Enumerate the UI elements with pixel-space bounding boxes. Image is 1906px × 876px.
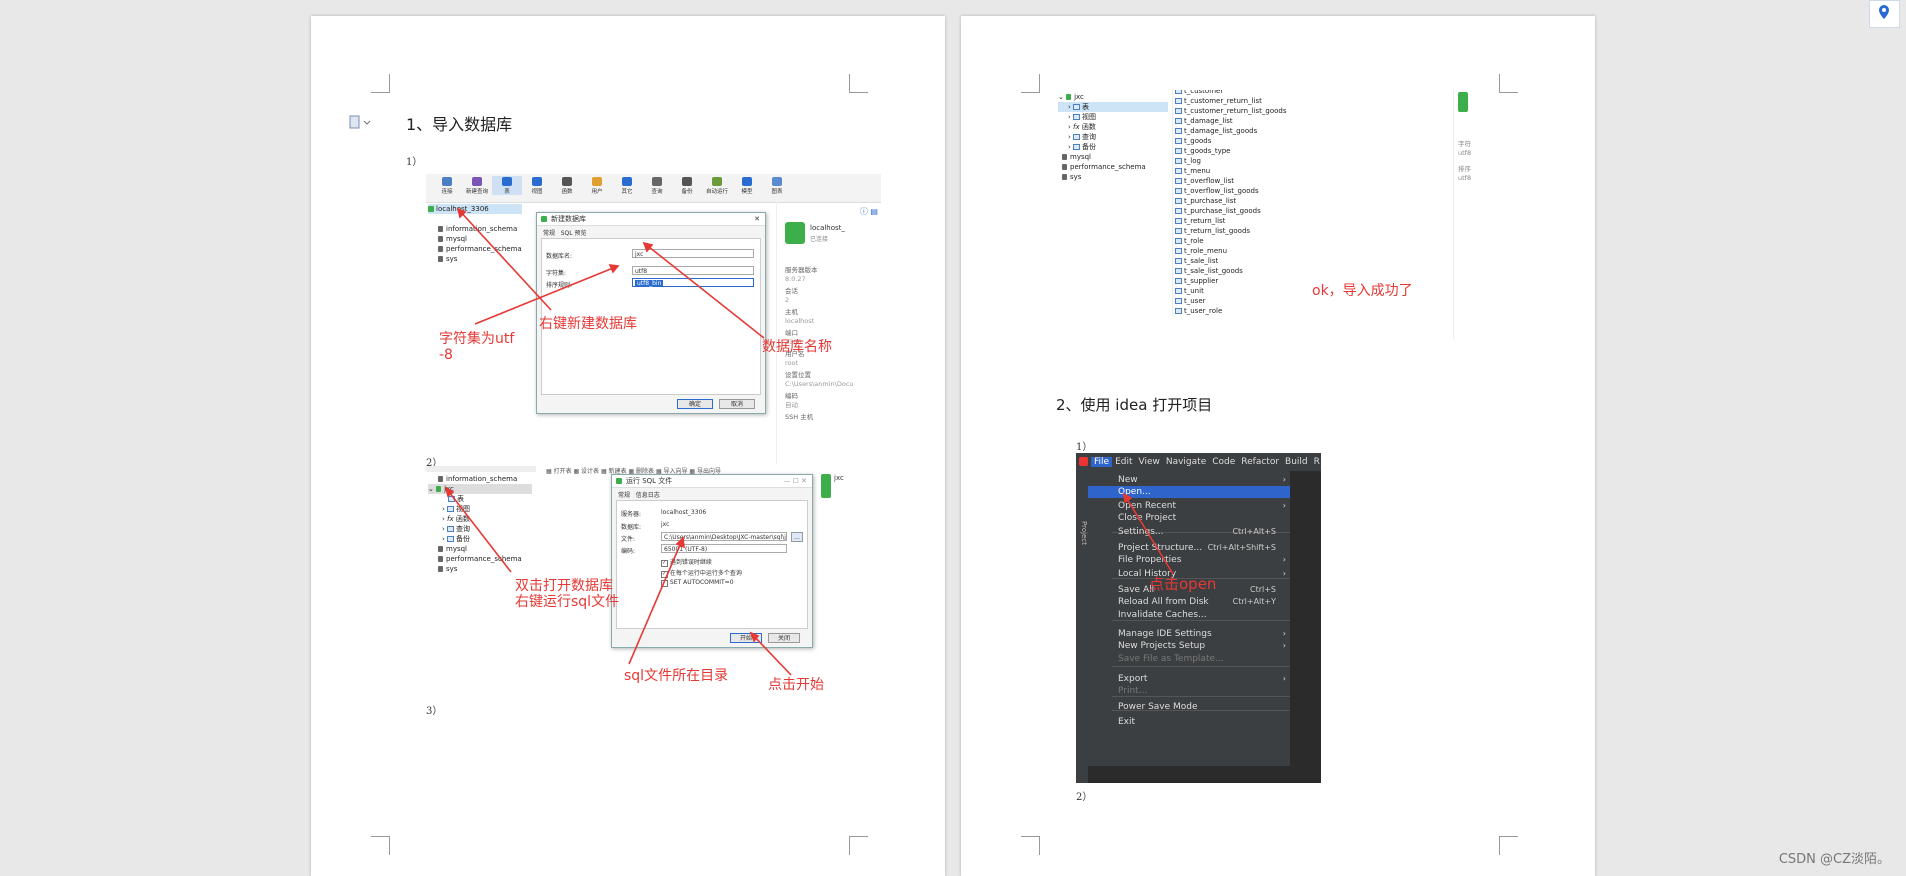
step-label: 2）	[1076, 792, 1093, 803]
annotation-arrows-2	[444, 486, 792, 676]
step-label: 3）	[426, 706, 443, 717]
watermark: CSDN @CZ淡陌。	[1778, 852, 1890, 867]
document-page-2: ⌄ jxc › 表 › 视图 › fx 函数 › 查询 › 备份 mysql p…	[961, 16, 1595, 876]
annotation-arrow-open	[1123, 492, 1174, 575]
location-pin-icon[interactable]	[1869, 0, 1900, 28]
document-page-1: 1、导入数据库 1） 连接 新建查询表视图 函数 用户 其它 查询 备份 自动运行 模型 图表 l…	[311, 16, 945, 876]
